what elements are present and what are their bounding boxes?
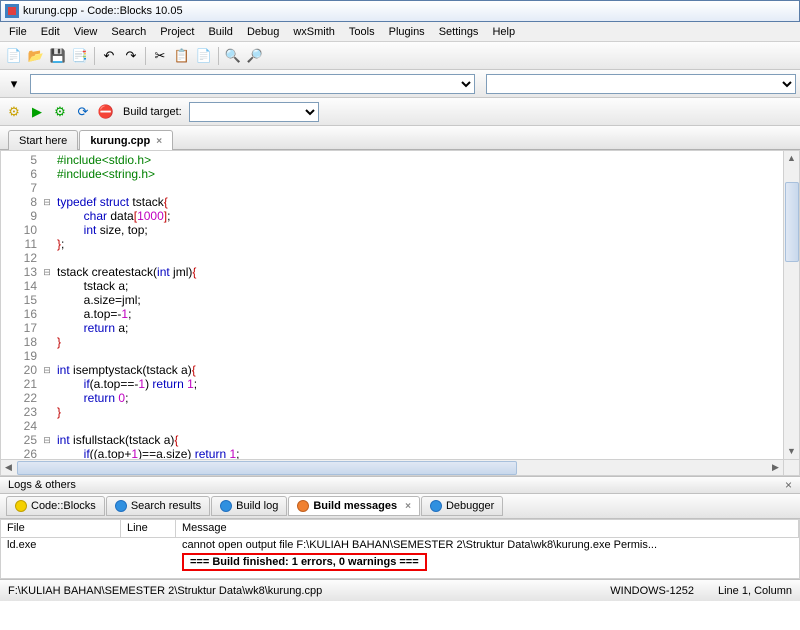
message-row[interactable]: ld.execannot open output file F:\KULIAH … [1, 538, 799, 552]
separator [145, 47, 146, 65]
window-title: kurung.cpp - Code::Blocks 10.05 [23, 5, 183, 17]
copy-icon[interactable]: 📋 [172, 46, 192, 66]
tab-start-here[interactable]: Start here [8, 130, 78, 150]
cut-icon[interactable]: ✂ [150, 46, 170, 66]
fold-gutter[interactable]: ⊟⊟⊟⊟⊟ [41, 151, 53, 475]
build-target-label: Build target: [123, 106, 182, 118]
bottom-tab-search-results[interactable]: Search results [106, 496, 210, 516]
find-icon[interactable]: 🔍 [223, 46, 243, 66]
menu-settings[interactable]: Settings [432, 24, 486, 40]
bottom-tabbar: Code::BlocksSearch resultsBuild logBuild… [0, 494, 800, 519]
rebuild-icon[interactable]: ⟳ [73, 102, 93, 122]
menu-tools[interactable]: Tools [342, 24, 382, 40]
scroll-down-icon[interactable]: ▼ [784, 444, 799, 459]
toolbar-search: ▾ [0, 70, 800, 98]
toolbar-build: ⚙ ▶ ⚙ ⟳ ⛔ Build target: [0, 98, 800, 126]
menu-view[interactable]: View [67, 24, 105, 40]
dropdown-icon[interactable]: ▾ [4, 74, 24, 94]
bottom-tab-code-blocks[interactable]: Code::Blocks [6, 496, 105, 516]
scroll-up-icon[interactable]: ▲ [784, 151, 799, 166]
col-file[interactable]: File [1, 520, 121, 537]
tab-icon [15, 500, 27, 512]
toolbar-main: 📄 📂 💾 📑 ↶ ↷ ✂ 📋 📄 🔍 🔎 [0, 42, 800, 70]
bottom-tab-build-log[interactable]: Build log [211, 496, 287, 516]
col-line[interactable]: Line [121, 520, 176, 537]
logs-panel-header: Logs & others × [0, 476, 800, 494]
line-gutter: 5678910111213141516171819202122232425262… [1, 151, 41, 475]
col-message[interactable]: Message [176, 520, 799, 537]
replace-icon[interactable]: 🔎 [245, 46, 265, 66]
abort-icon[interactable]: ⛔ [96, 102, 116, 122]
app-icon [5, 4, 19, 18]
scroll-left-icon[interactable]: ◀ [1, 460, 16, 475]
save-all-icon[interactable]: 📑 [70, 46, 90, 66]
tab-icon [430, 500, 442, 512]
symbol-combo[interactable] [486, 74, 796, 94]
vertical-scrollbar[interactable]: ▲ ▼ [783, 151, 799, 459]
open-icon[interactable]: 📂 [26, 46, 46, 66]
menu-edit[interactable]: Edit [34, 24, 67, 40]
code-editor[interactable]: 5678910111213141516171819202122232425262… [0, 150, 800, 476]
menu-plugins[interactable]: Plugins [382, 24, 432, 40]
status-filepath: F:\KULIAH BAHAN\SEMESTER 2\Struktur Data… [8, 585, 322, 597]
search-combo[interactable] [30, 74, 475, 94]
menubar: FileEditViewSearchProjectBuildDebugwxSmi… [0, 22, 800, 42]
separator [94, 47, 95, 65]
close-tab-icon[interactable]: × [156, 136, 162, 147]
menu-wxsmith[interactable]: wxSmith [286, 24, 342, 40]
tab-icon [297, 500, 309, 512]
scroll-right-icon[interactable]: ▶ [768, 460, 783, 475]
build-messages-panel[interactable]: File Line Message ld.execannot open outp… [0, 519, 800, 579]
separator [218, 47, 219, 65]
build-run-icon[interactable]: ⚙ [50, 102, 70, 122]
message-headers: File Line Message [1, 520, 799, 538]
build-result-highlight: === Build finished: 1 errors, 0 warnings… [182, 553, 427, 571]
editor-tabbar: Start herekurung.cpp× [0, 126, 800, 150]
close-panel-icon[interactable]: × [785, 478, 792, 492]
tab-icon [220, 500, 232, 512]
paste-icon[interactable]: 📄 [194, 46, 214, 66]
bottom-tab-build-messages[interactable]: Build messages× [288, 496, 420, 516]
menu-help[interactable]: Help [485, 24, 522, 40]
status-bar: F:\KULIAH BAHAN\SEMESTER 2\Struktur Data… [0, 579, 800, 601]
build-icon[interactable]: ⚙ [4, 102, 24, 122]
titlebar: kurung.cpp - Code::Blocks 10.05 [0, 0, 800, 22]
status-encoding: WINDOWS-1252 [610, 585, 694, 597]
scroll-thumb[interactable] [17, 461, 517, 475]
bottom-tab-debugger[interactable]: Debugger [421, 496, 503, 516]
new-file-icon[interactable]: 📄 [4, 46, 24, 66]
message-row[interactable]: === Build finished: 1 errors, 0 warnings… [1, 552, 799, 572]
tab-kurung.cpp[interactable]: kurung.cpp× [79, 130, 173, 150]
menu-debug[interactable]: Debug [240, 24, 286, 40]
run-icon[interactable]: ▶ [27, 102, 47, 122]
save-icon[interactable]: 💾 [48, 46, 68, 66]
scroll-thumb[interactable] [785, 182, 799, 262]
horizontal-scrollbar[interactable]: ◀ ▶ [1, 459, 783, 475]
menu-search[interactable]: Search [104, 24, 153, 40]
tab-icon [115, 500, 127, 512]
undo-icon[interactable]: ↶ [99, 46, 119, 66]
redo-icon[interactable]: ↷ [121, 46, 141, 66]
build-target-combo[interactable] [189, 102, 319, 122]
status-cursor-pos: Line 1, Column [718, 585, 792, 597]
menu-project[interactable]: Project [153, 24, 201, 40]
menu-build[interactable]: Build [201, 24, 239, 40]
menu-file[interactable]: File [2, 24, 34, 40]
scroll-corner [783, 459, 799, 475]
code-area[interactable]: #include<stdio.h>#include<string.h> type… [53, 151, 799, 475]
logs-panel-title: Logs & others [8, 479, 76, 491]
close-tab-icon[interactable]: × [405, 501, 411, 512]
